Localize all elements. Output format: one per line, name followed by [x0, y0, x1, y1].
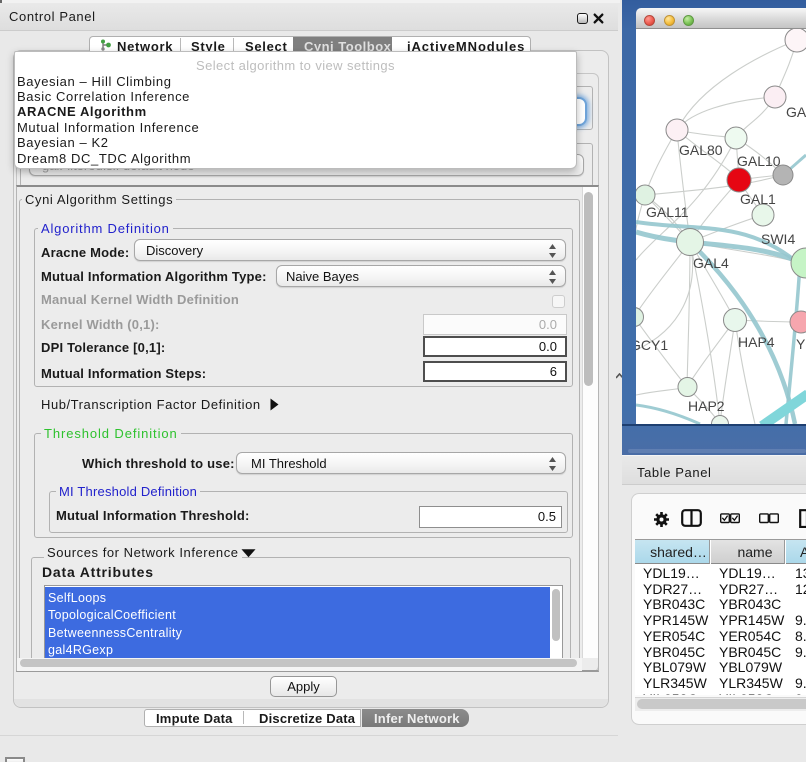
svg-text:GAL10: GAL10 [737, 153, 781, 169]
svg-text:GAL4: GAL4 [693, 255, 729, 271]
svg-text:GAL80: GAL80 [679, 142, 723, 158]
svg-text:HAP2: HAP2 [688, 398, 725, 414]
svg-text:GAL11: GAL11 [646, 204, 689, 220]
svg-text:YEL: YEL [796, 336, 806, 352]
svg-text:GAL1: GAL1 [740, 191, 776, 207]
svg-text:SWI4: SWI4 [761, 231, 795, 247]
svg-text:HAP4: HAP4 [738, 334, 775, 350]
svg-text:GCY1: GCY1 [636, 337, 668, 353]
svg-text:GAL2: GAL2 [786, 104, 806, 120]
